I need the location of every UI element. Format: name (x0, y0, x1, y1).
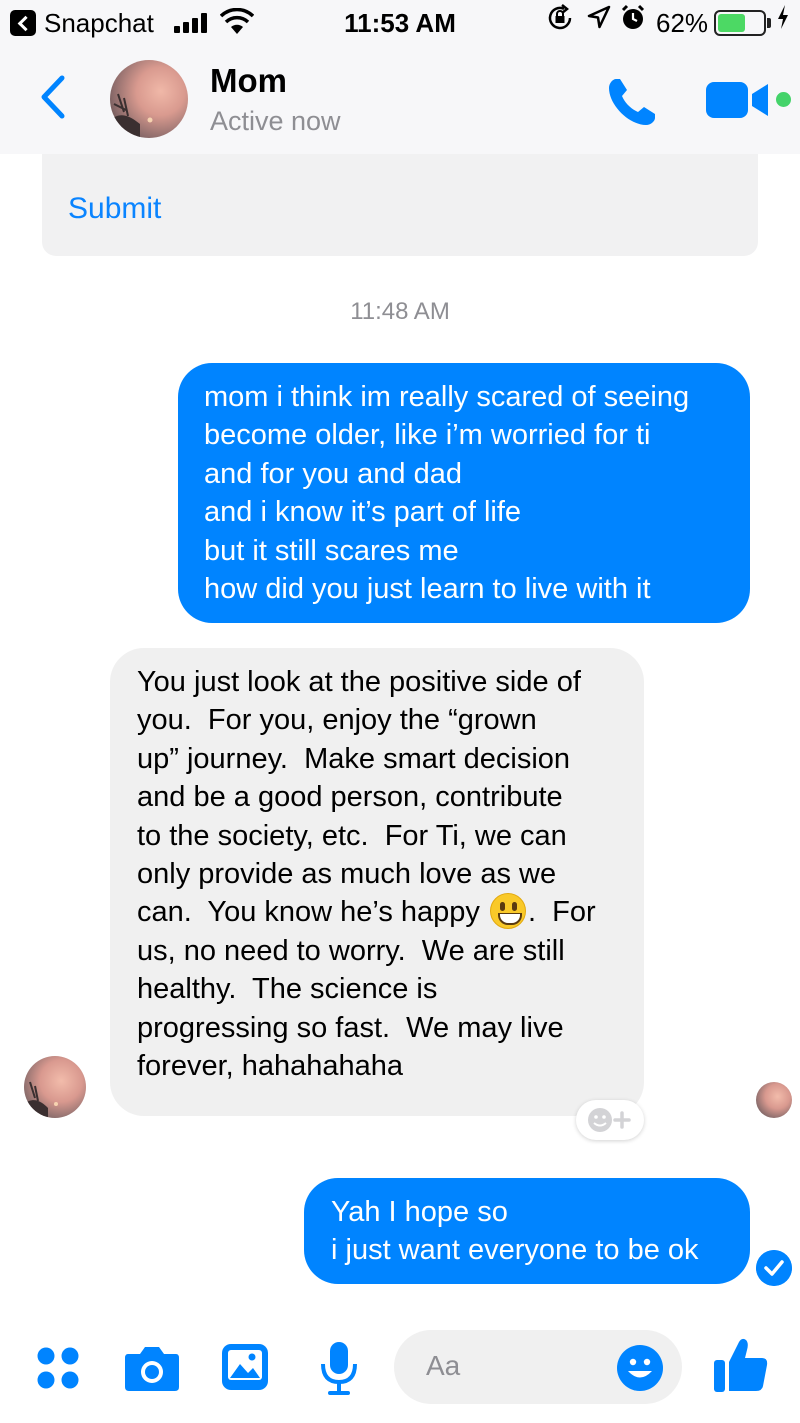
delivered-check-icon (756, 1250, 792, 1286)
message-input-placeholder: Aa (426, 1350, 461, 1381)
more-apps-icon[interactable] (36, 1346, 80, 1390)
status-bar: Snapchat 11:53 AM 62% (0, 0, 800, 46)
battery-tip (767, 18, 771, 28)
message-input[interactable]: Aa (394, 1330, 682, 1404)
add-reaction-button[interactable] (576, 1100, 644, 1140)
message-text: You just look at the positive side of yo… (137, 666, 581, 929)
contact-status: Active now (210, 106, 341, 136)
smiley-emoji-icon (489, 893, 526, 930)
submit-link[interactable]: Submit (68, 192, 161, 226)
active-status-dot (776, 92, 791, 107)
read-receipt-avatar (756, 1082, 792, 1118)
conversation-header: Mom Active now (0, 46, 800, 154)
incoming-message[interactable]: You just look at the positive side of yo… (110, 648, 644, 1116)
shared-card: Submit (42, 154, 758, 256)
photo-icon[interactable] (220, 1342, 270, 1392)
camera-icon[interactable] (124, 1344, 180, 1392)
rotation-lock-icon (548, 4, 572, 30)
microphone-icon[interactable] (318, 1340, 360, 1396)
outgoing-message[interactable]: mom i think im really scared of seeing b… (178, 363, 750, 623)
phone-icon[interactable] (604, 74, 660, 130)
outgoing-message[interactable]: Yah I hope so i just want everyone to be… (304, 1178, 750, 1284)
battery-icon (714, 10, 766, 36)
emoji-icon[interactable] (616, 1344, 664, 1392)
sender-avatar[interactable] (24, 1056, 86, 1118)
contact-name[interactable]: Mom (210, 62, 287, 100)
message-timestamp: 11:48 AM (350, 298, 450, 325)
alarm-icon (621, 4, 645, 29)
video-camera-icon[interactable] (706, 80, 770, 120)
back-chevron-icon[interactable] (32, 72, 76, 122)
composer-bar: Aa (0, 1310, 800, 1423)
thumbs-up-icon[interactable] (712, 1336, 770, 1394)
battery-percent: 62% (656, 8, 709, 38)
battery-fill (718, 14, 745, 32)
add-reaction-icon (588, 1108, 631, 1132)
contact-avatar[interactable] (110, 60, 188, 138)
location-icon (587, 5, 611, 29)
charging-icon (778, 5, 788, 29)
